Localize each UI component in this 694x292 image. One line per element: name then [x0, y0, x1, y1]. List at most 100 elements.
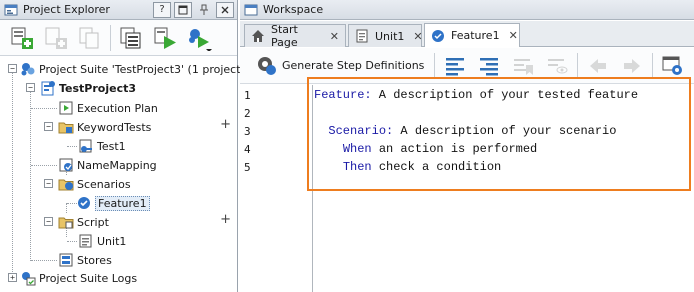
tree-item-unit1[interactable]: Unit1	[78, 232, 126, 250]
feature-file-icon	[76, 195, 92, 211]
bookmark-icon	[514, 58, 534, 75]
feature-icon	[431, 29, 445, 43]
project-explorer-title: Project Explorer	[23, 3, 110, 16]
tree-connector	[66, 203, 67, 213]
line-number: 3	[244, 125, 251, 138]
outdent-button[interactable]	[475, 52, 503, 80]
keywordtests-expander[interactable]: −	[44, 122, 53, 131]
tree-item-feature1[interactable]: Feature1	[76, 194, 150, 212]
workspace-title: Workspace	[263, 3, 324, 16]
add-new-item-button[interactable]	[8, 24, 36, 52]
scenarios-folder-icon	[58, 176, 74, 192]
close-icon	[221, 6, 229, 13]
close-tab-icon[interactable]: ✕	[413, 30, 422, 43]
restore-button[interactable]	[174, 1, 192, 18]
close-panel-button[interactable]	[216, 1, 234, 18]
toggle-visibility-button[interactable]	[543, 52, 571, 80]
pin-button[interactable]	[195, 2, 213, 18]
tree-connector	[12, 72, 13, 280]
tree-item-keywordtests[interactable]: KeywordTests	[58, 118, 151, 136]
generate-step-definitions-button[interactable]: Generate Step Definitions	[256, 55, 428, 77]
run-suite-dropdown-button[interactable]	[185, 24, 213, 52]
script-label: Script	[77, 215, 109, 229]
tree-item-project-suite-logs[interactable]: Project Suite Logs	[20, 269, 137, 287]
close-tab-icon[interactable]: ✕	[509, 29, 518, 42]
tab-unit1[interactable]: Unit1 ✕	[348, 24, 423, 47]
toolbar-separator	[652, 52, 654, 79]
add-existing-item-button[interactable]	[42, 24, 70, 52]
restore-icon	[178, 5, 188, 14]
window-settings-icon	[662, 56, 683, 75]
code-editor[interactable]: 1 2 3 4 5 Feature: A description of your…	[240, 77, 694, 292]
toolbar-separator	[434, 52, 436, 79]
add-new-item-icon	[11, 27, 33, 49]
line-number: 4	[244, 143, 251, 156]
execution-plan-label: Execution Plan	[77, 101, 158, 115]
navigate-back-button[interactable]	[584, 52, 612, 80]
project-explorer-icon	[4, 3, 18, 17]
toolbar-separator	[110, 24, 111, 51]
tab-label: Feature1	[451, 29, 500, 42]
run-project-button[interactable]	[151, 24, 179, 52]
tab-feature1[interactable]: Feature1 ✕	[424, 23, 520, 47]
pin-icon	[200, 4, 208, 15]
copy-item-icon	[79, 27, 99, 48]
project-label: TestProject3	[59, 81, 137, 95]
line-number: 2	[244, 107, 251, 120]
tree-item-namemapping[interactable]: NameMapping	[58, 156, 157, 174]
namemapping-icon	[58, 157, 74, 173]
list-view-button[interactable]	[117, 24, 145, 52]
indent-icon	[446, 57, 465, 75]
copy-item-button[interactable]	[76, 24, 104, 52]
generate-step-definitions-label: Generate Step Definitions	[282, 59, 425, 72]
tree-item-stores[interactable]: Stores	[58, 251, 112, 269]
highlight-annotation-box	[307, 77, 691, 191]
suite-expander[interactable]: −	[8, 64, 17, 73]
script-icon	[355, 29, 369, 43]
line-number: 5	[244, 161, 251, 174]
keywordtests-label: KeywordTests	[77, 120, 152, 134]
tree-connector	[31, 108, 57, 109]
add-script-button[interactable]: +	[220, 212, 231, 227]
workspace-titlebar: Workspace	[240, 0, 694, 20]
project-suite-label: Project Suite 'TestProject3' (1 project)	[39, 62, 245, 76]
generate-steps-icon	[258, 56, 276, 75]
run-suite-icon	[189, 28, 212, 51]
add-existing-item-icon	[45, 27, 67, 49]
add-keyword-test-button[interactable]: +	[220, 117, 231, 132]
arrow-right-icon	[624, 58, 641, 73]
scenarios-expander[interactable]: −	[44, 179, 53, 188]
navigate-forward-button[interactable]	[618, 52, 646, 80]
indent-button[interactable]	[441, 52, 469, 80]
feature1-label: Feature1	[95, 195, 150, 211]
project-icon	[40, 80, 56, 96]
workspace-panel: Workspace Start Page ✕ Unit1 ✕ Feature1 …	[240, 0, 694, 292]
tree-item-script[interactable]: Script	[58, 213, 109, 231]
workspace-icon	[244, 3, 258, 17]
editor-settings-button[interactable]	[659, 52, 687, 80]
tab-start-page[interactable]: Start Page ✕	[244, 23, 346, 49]
tree-item-scenarios[interactable]: Scenarios	[58, 175, 131, 193]
toggle-bookmark-button[interactable]	[509, 52, 537, 80]
tree-item-project-suite[interactable]: Project Suite 'TestProject3' (1 project)	[20, 60, 245, 78]
tree-item-testproject3[interactable]: TestProject3	[40, 79, 136, 97]
help-button[interactable]: ?	[153, 1, 171, 18]
tree-item-test1[interactable]: Test1	[78, 137, 126, 155]
execution-plan-icon	[58, 100, 74, 116]
tree-item-execution-plan[interactable]: Execution Plan	[58, 99, 158, 117]
arrow-left-icon	[590, 58, 607, 73]
script-unit-icon	[78, 233, 94, 249]
unit1-label: Unit1	[97, 234, 127, 248]
run-project-icon	[154, 27, 176, 49]
script-expander[interactable]: −	[44, 217, 53, 226]
project-expander[interactable]: −	[26, 83, 35, 92]
workspace-tabs: Start Page ✕ Unit1 ✕ Feature1 ✕	[240, 21, 694, 49]
project-explorer-panel: Project Explorer ? − Project Suite 'Test…	[0, 0, 245, 292]
tree-connector	[67, 146, 77, 147]
list-view-icon	[120, 27, 141, 48]
close-tab-icon[interactable]: ✕	[330, 30, 339, 43]
toolbar-separator	[577, 52, 579, 79]
outdent-icon	[480, 57, 499, 75]
suite-logs-expander[interactable]: +	[8, 273, 17, 282]
tree-connector	[31, 165, 57, 166]
